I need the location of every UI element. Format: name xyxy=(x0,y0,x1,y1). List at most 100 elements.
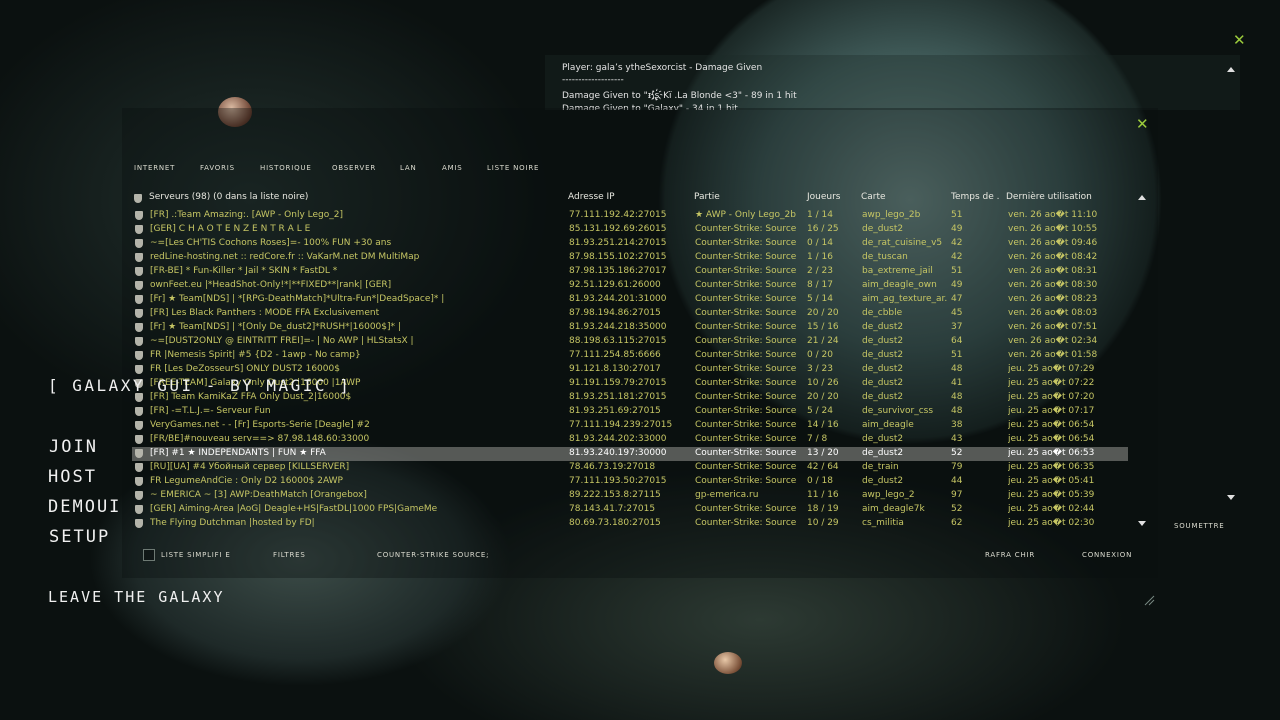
column-header-ip[interactable]: Adresse IP xyxy=(568,192,615,202)
table-row[interactable]: ~=[Les CH'TIS Cochons Roses]=- 100% FUN … xyxy=(132,237,1128,251)
server-name: [RU][UA] #4 Убойный сервер [KILLSERVER] xyxy=(150,462,350,472)
server-game: Counter-Strike: Source xyxy=(695,434,797,444)
shield-icon xyxy=(135,323,143,332)
game-filter-label: COUNTER-STRIKE SOURCE; xyxy=(377,551,490,559)
server-last-used: jeu. 25 ao�t 06:35 xyxy=(1008,462,1095,472)
resize-grip-icon[interactable] xyxy=(1143,594,1155,606)
table-row[interactable]: [FR/BE]#nouveau serv==> 87.98.148.60:330… xyxy=(132,433,1128,447)
server-game: Counter-Strike: Source xyxy=(695,294,797,304)
server-latency: 42 xyxy=(951,252,963,262)
table-row[interactable]: VeryGames.net - - [Fr] Esports-Serie [De… xyxy=(132,419,1128,433)
server-ip: 91.191.159.79:27015 xyxy=(569,378,667,388)
list-scroll-up-icon[interactable] xyxy=(1138,195,1146,200)
browser-close-icon[interactable]: ✕ xyxy=(1136,117,1149,132)
table-row[interactable]: FR LegumeAndCie : Only D2 16000$ 2AWP 77.… xyxy=(132,475,1128,489)
table-row[interactable]: FR [Les DeZosseurS] ONLY DUST2 16000$ 91.… xyxy=(132,363,1128,377)
column-header-players[interactable]: Joueurs xyxy=(807,192,841,202)
server-game: gp-emerica.ru xyxy=(695,490,759,500)
column-header-game[interactable]: Partie xyxy=(694,192,720,202)
simplified-list-checkbox[interactable] xyxy=(143,549,155,561)
server-latency: 52 xyxy=(951,448,963,458)
server-map: aim_deagle xyxy=(862,420,914,430)
tab-lan[interactable]: LAN xyxy=(400,164,417,172)
table-row[interactable]: The Flying Dutchman |hosted by FD| 80.69.… xyxy=(132,517,1128,531)
table-row[interactable]: FR |Nemesis Spirit| #5 {D2 - 1awp - No c… xyxy=(132,349,1128,363)
refresh-button[interactable]: RAFRA CHIR xyxy=(985,551,1035,559)
table-row[interactable]: [FR] -=T.L.J.=- Serveur Fun 81.93.251.69:… xyxy=(132,405,1128,419)
table-row[interactable]: [FR] #1 ★ INDEPENDANTS | FUN ★ FFA 81.93.… xyxy=(132,447,1128,461)
table-row[interactable]: [FR-BE] * Fun-Killer * Jail * SKIN * Fas… xyxy=(132,265,1128,279)
tab-liste-noire[interactable]: LISTE NOIRE xyxy=(487,164,539,172)
column-header-map[interactable]: Carte xyxy=(861,192,886,202)
server-latency: 47 xyxy=(951,294,963,304)
server-last-used: jeu. 25 ao�t 06:54 xyxy=(1008,434,1095,444)
column-header-latency[interactable]: Temps de . xyxy=(951,192,1001,202)
list-scroll-down-icon[interactable] xyxy=(1138,521,1146,526)
simplified-list-label[interactable]: LISTE SIMPLIFI E xyxy=(161,551,231,559)
server-latency: 51 xyxy=(951,350,963,360)
table-row[interactable]: ~ EMERICA ~ [3] AWP:DeathMatch [Orangebo… xyxy=(132,489,1128,503)
server-name: [FR-BE] * Fun-Killer * Jail * SKIN * Fas… xyxy=(150,266,338,276)
table-row[interactable]: [Fr] ★ Team[NDS] | *[Only De_dust2]*RUSH… xyxy=(132,321,1128,335)
server-last-used: ven. 26 ao�t 10:55 xyxy=(1008,224,1098,234)
server-last-used: jeu. 25 ao�t 02:44 xyxy=(1008,504,1095,514)
server-players: 13 / 20 xyxy=(807,448,839,458)
tab-amis[interactable]: AMIS xyxy=(442,164,463,172)
shield-icon xyxy=(135,351,143,360)
server-ip: 81.93.240.197:30000 xyxy=(569,448,667,458)
submit-button[interactable]: SOUMETTRE xyxy=(1174,522,1224,530)
server-name: The Flying Dutchman |hosted by FD| xyxy=(150,518,315,528)
tab-internet[interactable]: INTERNET xyxy=(134,164,175,172)
shield-icon xyxy=(135,449,143,458)
server-last-used: jeu. 25 ao�t 07:22 xyxy=(1008,378,1095,388)
server-latency: 48 xyxy=(951,392,963,402)
server-ip: 91.121.8.130:27017 xyxy=(569,364,661,374)
server-players: 21 / 24 xyxy=(807,336,839,346)
server-game: Counter-Strike: Source xyxy=(695,504,797,514)
server-players: 1 / 16 xyxy=(807,252,833,262)
tab-favoris[interactable]: FAVORIS xyxy=(200,164,235,172)
server-name: FR |Nemesis Spirit| #5 {D2 - 1awp - No c… xyxy=(150,350,361,360)
table-row[interactable]: [FR] Les Black Panthers : MODE FFA Exclu… xyxy=(132,307,1128,321)
server-latency: 62 xyxy=(951,518,963,528)
tab-historique[interactable]: HISTORIQUE xyxy=(260,164,312,172)
server-last-used: ven. 26 ao�t 02:34 xyxy=(1008,336,1098,346)
close-icon[interactable]: ✕ xyxy=(1233,33,1246,48)
leave-button[interactable]: LEAVE THE GALAXY xyxy=(48,588,225,606)
scroll-down-icon[interactable] xyxy=(1227,495,1235,500)
column-header-last-used[interactable]: Dernière utilisation xyxy=(1006,192,1092,202)
table-row[interactable]: [RU][UA] #4 Убойный сервер [KILLSERVER] 7… xyxy=(132,461,1128,475)
tab-observer[interactable]: OBSERVER xyxy=(332,164,376,172)
server-map: de_tuscan xyxy=(862,252,908,262)
server-game: Counter-Strike: Source xyxy=(695,252,797,262)
table-row[interactable]: redLine-hosting.net :: redCore.fr :: VaK… xyxy=(132,251,1128,265)
server-latency: 48 xyxy=(951,364,963,374)
connect-button[interactable]: CONNEXION xyxy=(1082,551,1132,559)
server-ip: 81.93.251.69:27015 xyxy=(569,406,661,416)
server-ip: 85.131.192.69:26015 xyxy=(569,224,667,234)
server-latency: 37 xyxy=(951,322,963,332)
header-shield-icon[interactable] xyxy=(134,194,142,203)
shield-icon xyxy=(135,435,143,444)
server-players: 5 / 14 xyxy=(807,294,833,304)
host-button[interactable]: HOST xyxy=(48,467,97,487)
table-row[interactable]: ~=[DUST2ONLY @ EINTRITT FREI]=- | No AWP… xyxy=(132,335,1128,349)
table-row[interactable]: [GER] Aiming-Area |AoG| Deagle+HS|FastDL… xyxy=(132,503,1128,517)
join-button[interactable]: JOIN xyxy=(49,437,98,457)
server-game: Counter-Strike: Source xyxy=(695,266,797,276)
server-map: de_survivor_css xyxy=(862,406,934,416)
scroll-up-icon[interactable] xyxy=(1227,67,1235,72)
shield-icon xyxy=(135,211,143,220)
table-row[interactable]: ownFeet.eu |*HeadShot-Only!*|**FIXED**|r… xyxy=(132,279,1128,293)
setup-button[interactable]: SETUP xyxy=(49,527,110,547)
column-header-servers[interactable]: Serveurs (98) (0 dans la liste noire) xyxy=(149,192,308,202)
table-row[interactable]: [Fr] ★ Team[NDS] | *[RPG-DeathMatch]*Ult… xyxy=(132,293,1128,307)
server-map: de_dust2 xyxy=(862,224,904,234)
shield-icon xyxy=(135,505,143,514)
demoui-button[interactable]: DEMOUI xyxy=(48,497,121,517)
filters-button[interactable]: FILTRES xyxy=(273,551,306,559)
table-row[interactable]: [GER] C H A O T E N Z E N T R A L E 85.13… xyxy=(132,223,1128,237)
server-ip: 81.93.244.201:31000 xyxy=(569,294,667,304)
table-row[interactable]: [FR] .:Team Amazing:. [AWP - Only Lego_2… xyxy=(132,209,1128,223)
server-players: 20 / 20 xyxy=(807,392,839,402)
